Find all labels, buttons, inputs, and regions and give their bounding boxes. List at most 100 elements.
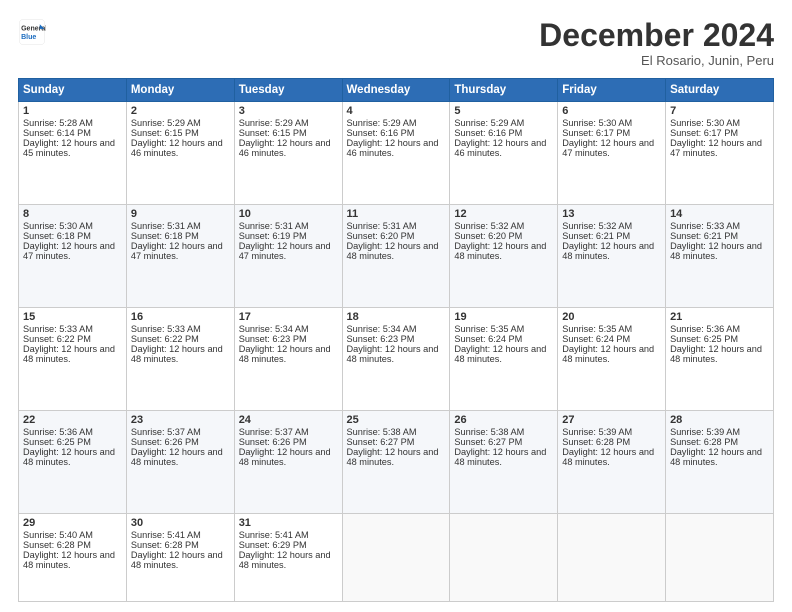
sunset-text: Sunset: 6:20 PM: [454, 231, 553, 241]
sunset-text: Sunset: 6:22 PM: [131, 334, 230, 344]
calendar-cell: 25Sunrise: 5:38 AMSunset: 6:27 PMDayligh…: [342, 411, 450, 514]
calendar-cell: 14Sunrise: 5:33 AMSunset: 6:21 PMDayligh…: [666, 205, 774, 308]
daylight-text: Daylight: 12 hours and 46 minutes.: [131, 138, 230, 158]
sunrise-text: Sunrise: 5:30 AM: [562, 118, 661, 128]
sunset-text: Sunset: 6:28 PM: [131, 540, 230, 550]
day-header-sunday: Sunday: [19, 79, 127, 102]
svg-text:General: General: [21, 25, 46, 32]
daylight-text: Daylight: 12 hours and 48 minutes.: [131, 550, 230, 570]
month-title: December 2024: [539, 18, 774, 53]
day-number: 31: [239, 517, 338, 529]
day-number: 9: [131, 208, 230, 220]
calendar-cell: [558, 514, 666, 602]
day-number: 22: [23, 414, 122, 426]
sunset-text: Sunset: 6:25 PM: [670, 334, 769, 344]
sunset-text: Sunset: 6:26 PM: [131, 437, 230, 447]
daylight-text: Daylight: 12 hours and 48 minutes.: [239, 447, 338, 467]
day-header-monday: Monday: [126, 79, 234, 102]
svg-text:Blue: Blue: [21, 34, 36, 41]
day-header-thursday: Thursday: [450, 79, 558, 102]
sunset-text: Sunset: 6:24 PM: [454, 334, 553, 344]
day-number: 29: [23, 517, 122, 529]
day-number: 6: [562, 105, 661, 117]
day-number: 17: [239, 311, 338, 323]
sunrise-text: Sunrise: 5:41 AM: [131, 530, 230, 540]
daylight-text: Daylight: 12 hours and 47 minutes.: [239, 241, 338, 261]
daylight-text: Daylight: 12 hours and 45 minutes.: [23, 138, 122, 158]
sunrise-text: Sunrise: 5:31 AM: [239, 221, 338, 231]
sunrise-text: Sunrise: 5:33 AM: [670, 221, 769, 231]
calendar-cell: 2Sunrise: 5:29 AMSunset: 6:15 PMDaylight…: [126, 102, 234, 205]
calendar-cell: [666, 514, 774, 602]
daylight-text: Daylight: 12 hours and 46 minutes.: [347, 138, 446, 158]
calendar-cell: 11Sunrise: 5:31 AMSunset: 6:20 PMDayligh…: [342, 205, 450, 308]
day-number: 28: [670, 414, 769, 426]
day-number: 3: [239, 105, 338, 117]
sunset-text: Sunset: 6:17 PM: [670, 128, 769, 138]
day-number: 12: [454, 208, 553, 220]
day-number: 25: [347, 414, 446, 426]
calendar-cell: 7Sunrise: 5:30 AMSunset: 6:17 PMDaylight…: [666, 102, 774, 205]
calendar-cell: 30Sunrise: 5:41 AMSunset: 6:28 PMDayligh…: [126, 514, 234, 602]
day-number: 2: [131, 105, 230, 117]
sunrise-text: Sunrise: 5:41 AM: [239, 530, 338, 540]
sunset-text: Sunset: 6:19 PM: [239, 231, 338, 241]
daylight-text: Daylight: 12 hours and 48 minutes.: [131, 344, 230, 364]
sunset-text: Sunset: 6:28 PM: [670, 437, 769, 447]
week-row-5: 29Sunrise: 5:40 AMSunset: 6:28 PMDayligh…: [19, 514, 774, 602]
calendar-cell: 20Sunrise: 5:35 AMSunset: 6:24 PMDayligh…: [558, 308, 666, 411]
calendar-cell: 31Sunrise: 5:41 AMSunset: 6:29 PMDayligh…: [234, 514, 342, 602]
sunrise-text: Sunrise: 5:38 AM: [347, 427, 446, 437]
calendar-cell: 27Sunrise: 5:39 AMSunset: 6:28 PMDayligh…: [558, 411, 666, 514]
sunrise-text: Sunrise: 5:35 AM: [562, 324, 661, 334]
sunrise-text: Sunrise: 5:34 AM: [239, 324, 338, 334]
daylight-text: Daylight: 12 hours and 48 minutes.: [239, 344, 338, 364]
sunrise-text: Sunrise: 5:30 AM: [23, 221, 122, 231]
sunset-text: Sunset: 6:28 PM: [562, 437, 661, 447]
calendar-cell: 6Sunrise: 5:30 AMSunset: 6:17 PMDaylight…: [558, 102, 666, 205]
logo-icon: General Blue: [18, 18, 46, 46]
sunrise-text: Sunrise: 5:33 AM: [131, 324, 230, 334]
sunrise-text: Sunrise: 5:29 AM: [239, 118, 338, 128]
sunset-text: Sunset: 6:23 PM: [239, 334, 338, 344]
daylight-text: Daylight: 12 hours and 48 minutes.: [670, 241, 769, 261]
calendar-table: SundayMondayTuesdayWednesdayThursdayFrid…: [18, 78, 774, 602]
calendar-cell: 8Sunrise: 5:30 AMSunset: 6:18 PMDaylight…: [19, 205, 127, 308]
day-number: 15: [23, 311, 122, 323]
calendar-cell: 5Sunrise: 5:29 AMSunset: 6:16 PMDaylight…: [450, 102, 558, 205]
day-header-tuesday: Tuesday: [234, 79, 342, 102]
days-header-row: SundayMondayTuesdayWednesdayThursdayFrid…: [19, 79, 774, 102]
sunset-text: Sunset: 6:16 PM: [454, 128, 553, 138]
calendar-cell: 28Sunrise: 5:39 AMSunset: 6:28 PMDayligh…: [666, 411, 774, 514]
daylight-text: Daylight: 12 hours and 46 minutes.: [239, 138, 338, 158]
day-number: 14: [670, 208, 769, 220]
daylight-text: Daylight: 12 hours and 48 minutes.: [131, 447, 230, 467]
daylight-text: Daylight: 12 hours and 47 minutes.: [23, 241, 122, 261]
day-number: 23: [131, 414, 230, 426]
sunrise-text: Sunrise: 5:37 AM: [239, 427, 338, 437]
daylight-text: Daylight: 12 hours and 48 minutes.: [670, 447, 769, 467]
calendar-cell: 23Sunrise: 5:37 AMSunset: 6:26 PMDayligh…: [126, 411, 234, 514]
calendar-cell: 18Sunrise: 5:34 AMSunset: 6:23 PMDayligh…: [342, 308, 450, 411]
day-header-friday: Friday: [558, 79, 666, 102]
day-number: 21: [670, 311, 769, 323]
daylight-text: Daylight: 12 hours and 48 minutes.: [23, 344, 122, 364]
daylight-text: Daylight: 12 hours and 48 minutes.: [562, 241, 661, 261]
title-block: December 2024 El Rosario, Junin, Peru: [539, 18, 774, 68]
day-number: 27: [562, 414, 661, 426]
daylight-text: Daylight: 12 hours and 48 minutes.: [23, 550, 122, 570]
daylight-text: Daylight: 12 hours and 48 minutes.: [670, 344, 769, 364]
sunset-text: Sunset: 6:18 PM: [131, 231, 230, 241]
week-row-3: 15Sunrise: 5:33 AMSunset: 6:22 PMDayligh…: [19, 308, 774, 411]
calendar-cell: 29Sunrise: 5:40 AMSunset: 6:28 PMDayligh…: [19, 514, 127, 602]
day-number: 24: [239, 414, 338, 426]
sunset-text: Sunset: 6:21 PM: [670, 231, 769, 241]
calendar-cell: 19Sunrise: 5:35 AMSunset: 6:24 PMDayligh…: [450, 308, 558, 411]
sunrise-text: Sunrise: 5:34 AM: [347, 324, 446, 334]
sunrise-text: Sunrise: 5:35 AM: [454, 324, 553, 334]
daylight-text: Daylight: 12 hours and 48 minutes.: [454, 344, 553, 364]
day-number: 7: [670, 105, 769, 117]
sunset-text: Sunset: 6:23 PM: [347, 334, 446, 344]
day-number: 20: [562, 311, 661, 323]
sunset-text: Sunset: 6:14 PM: [23, 128, 122, 138]
